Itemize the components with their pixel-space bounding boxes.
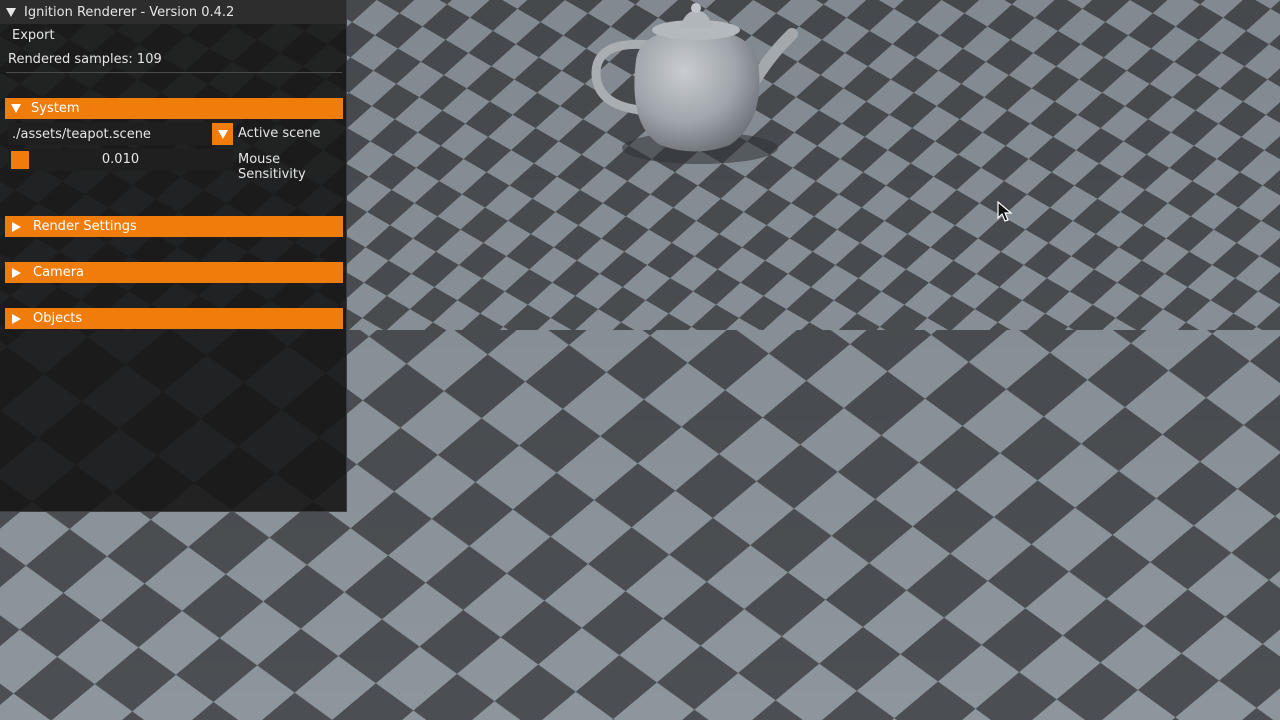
section-render-settings-header[interactable]: Render Settings: [5, 216, 343, 237]
panel-titlebar[interactable]: Ignition Renderer - Version 0.4.2: [0, 0, 346, 24]
section-camera-header[interactable]: Camera: [5, 262, 343, 283]
section-objects-header[interactable]: Objects: [5, 308, 343, 329]
mouse-pointer-icon: [997, 201, 1013, 222]
mouse-sensitivity-value: 0.010: [101, 152, 140, 167]
active-scene-label: Active scene: [238, 126, 321, 141]
triangle-right-icon: [12, 221, 21, 232]
renderer-panel: Ignition Renderer - Version 0.4.2 Export…: [0, 0, 347, 512]
rendered-samples-text: Rendered samples: 109: [8, 52, 162, 67]
section-camera-label: Camera: [33, 265, 85, 280]
active-scene-combo[interactable]: ./assets/teapot.scene: [8, 123, 233, 145]
section-system-header[interactable]: System: [5, 98, 343, 119]
section-objects-label: Objects: [33, 311, 83, 326]
triangle-right-icon: [12, 267, 21, 278]
chevron-down-icon: [217, 129, 228, 139]
mouse-sensitivity-slider[interactable]: 0.010: [8, 149, 233, 171]
mouse-sensitivity-label: Mouse Sensitivity: [238, 152, 306, 182]
triangle-down-icon: [11, 104, 21, 113]
triangle-down-icon[interactable]: [6, 7, 16, 17]
section-system-label: System: [31, 101, 80, 116]
triangle-right-icon: [12, 313, 21, 324]
divider: [6, 72, 342, 73]
combo-dropdown-button[interactable]: [212, 123, 233, 145]
menu-export[interactable]: Export: [12, 28, 55, 43]
active-scene-value: ./assets/teapot.scene: [12, 126, 151, 142]
window-title: Ignition Renderer - Version 0.4.2: [24, 4, 235, 20]
menu-bar: Export: [0, 24, 346, 46]
section-render-settings-label: Render Settings: [33, 219, 137, 234]
